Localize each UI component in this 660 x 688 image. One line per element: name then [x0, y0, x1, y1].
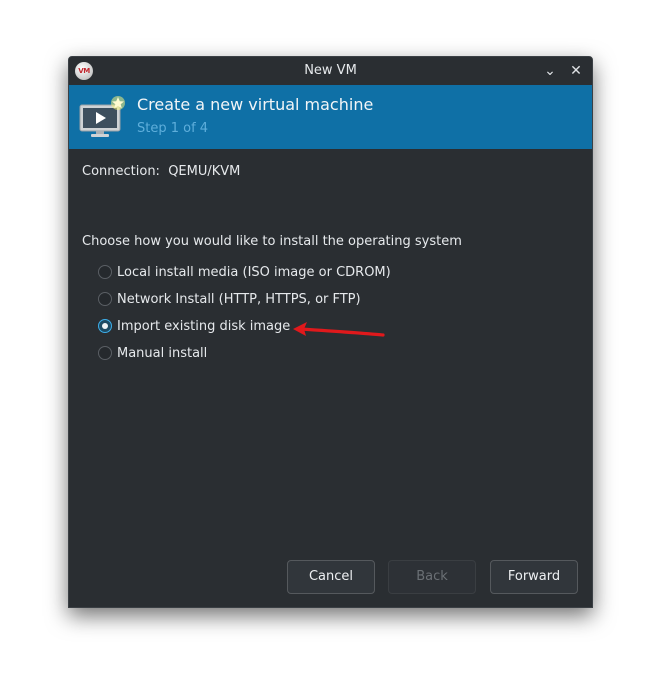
radio-label: Manual install [117, 345, 208, 361]
connection-value: QEMU/KVM [168, 164, 241, 179]
radio-button-unchecked[interactable] [98, 292, 112, 306]
radio-button-unchecked[interactable] [98, 265, 112, 279]
red-annotation-arrow-icon [293, 322, 385, 337]
connection-label: Connection: [82, 164, 160, 179]
wizard-step-indicator: Step 1 of 4 [137, 121, 209, 136]
close-icon[interactable]: ✕ [566, 61, 586, 81]
wizard-header-banner: Create a new virtual machine Step 1 of 4 [69, 85, 592, 149]
title-bar[interactable]: VM New VM ⌄ ✕ [69, 57, 592, 85]
forward-button[interactable]: Forward [490, 560, 578, 594]
new-vm-dialog: VM New VM ⌄ ✕ Create a new virtual machi… [68, 56, 593, 608]
back-button: Back [388, 560, 476, 594]
radio-network-install[interactable]: Network Install (HTTP, HTTPS, or FTP) [98, 288, 361, 310]
wizard-title: Create a new virtual machine [137, 95, 374, 114]
minimize-chevron-icon[interactable]: ⌄ [540, 61, 560, 81]
radio-button-checked[interactable] [98, 319, 112, 333]
window-title: New VM [304, 63, 357, 78]
radio-manual-install[interactable]: Manual install [98, 342, 207, 364]
radio-label: Local install media (ISO image or CDROM) [117, 264, 391, 280]
install-method-prompt: Choose how you would like to install the… [82, 234, 462, 249]
radio-import-existing-disk-image[interactable]: Import existing disk image [98, 315, 290, 337]
radio-label: Import existing disk image [117, 318, 291, 334]
radio-label: Network Install (HTTP, HTTPS, or FTP) [117, 291, 361, 307]
monitor-play-icon [79, 96, 125, 137]
radio-button-unchecked[interactable] [98, 346, 112, 360]
radio-local-install-media[interactable]: Local install media (ISO image or CDROM) [98, 261, 391, 283]
cancel-button[interactable]: Cancel [287, 560, 375, 594]
connection-info: Connection: QEMU/KVM [82, 164, 240, 179]
